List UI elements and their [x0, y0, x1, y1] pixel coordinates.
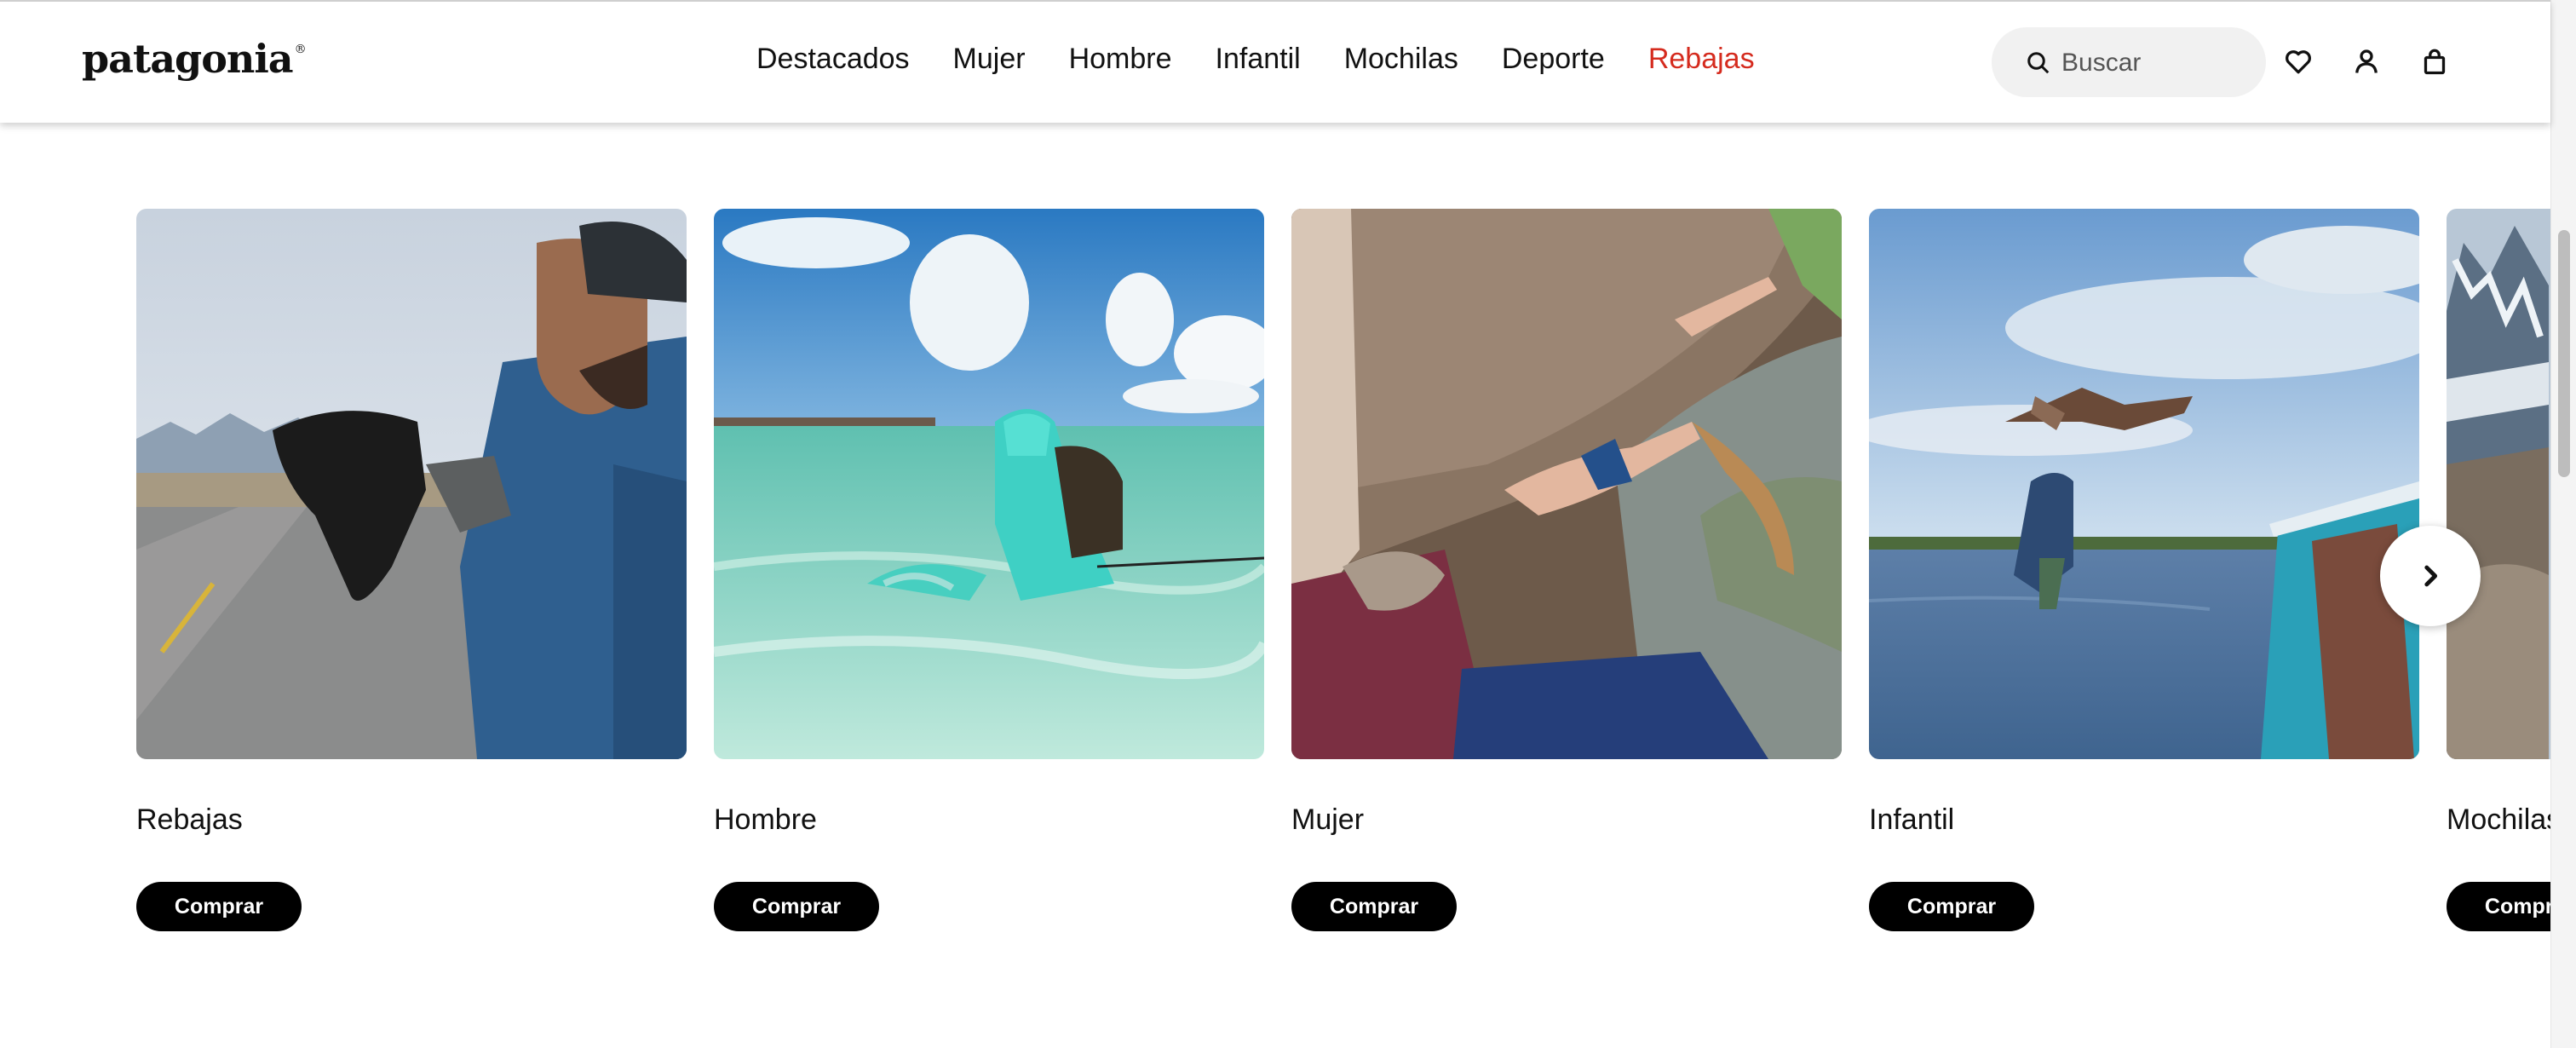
nav-item-rebajas[interactable]: Rebajas — [1648, 43, 1755, 76]
category-carousel: Rebajas Comprar Hombre Comprar Mujer Com… — [0, 0, 2550, 1048]
site-header: patagonia ® Destacados Mujer Hombre Infan… — [0, 0, 2550, 123]
page-scrollbar[interactable] — [2550, 0, 2576, 1048]
shop-button[interactable]: Comprar — [1291, 882, 1457, 931]
patagonia-logo[interactable]: patagonia ® — [82, 36, 307, 82]
card-image[interactable] — [1869, 209, 2419, 759]
card-image[interactable] — [714, 209, 1264, 759]
main-nav: Destacados Mujer Hombre Infantil Mochila… — [756, 43, 1755, 76]
chevron-right-icon — [2424, 565, 2438, 587]
heart-icon[interactable] — [2283, 46, 2314, 77]
search-box[interactable] — [1992, 27, 2266, 97]
shop-button[interactable]: Comprar — [2447, 882, 2550, 931]
scrollbar-thumb[interactable] — [2558, 230, 2570, 477]
nav-item-hombre[interactable]: Hombre — [1069, 43, 1172, 76]
nav-item-deporte[interactable]: Deporte — [1502, 43, 1605, 76]
card-image[interactable] — [1291, 209, 1842, 759]
card-title[interactable]: Infantil — [1869, 803, 1954, 837]
nav-item-infantil[interactable]: Infantil — [1216, 43, 1301, 76]
search-icon — [2027, 52, 2050, 74]
card-title[interactable]: Hombre — [714, 803, 817, 837]
search-input[interactable] — [2060, 43, 2251, 83]
card-image[interactable] — [2447, 209, 2550, 759]
card-title[interactable]: Mujer — [1291, 803, 1364, 837]
nav-item-mochilas[interactable]: Mochilas — [1344, 43, 1458, 76]
bag-icon[interactable] — [2419, 46, 2450, 77]
nav-item-destacados[interactable]: Destacados — [756, 43, 910, 76]
carousel-next-button[interactable] — [2380, 526, 2481, 626]
shop-button[interactable]: Comprar — [136, 882, 302, 931]
nav-item-mujer[interactable]: Mujer — [953, 43, 1026, 76]
card-title[interactable]: Rebajas — [136, 803, 243, 837]
shop-button[interactable]: Comprar — [714, 882, 879, 931]
card-title[interactable]: Mochilas — [2447, 803, 2550, 837]
user-icon[interactable] — [2351, 46, 2382, 77]
shop-button[interactable]: Comprar — [1869, 882, 2034, 931]
card-image[interactable] — [136, 209, 687, 759]
